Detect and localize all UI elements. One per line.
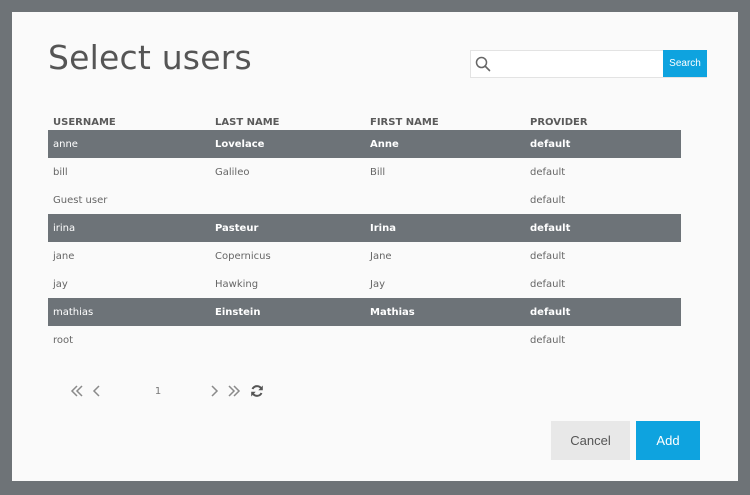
cell-first-name: Jay (370, 278, 385, 290)
search-box: Search (470, 50, 707, 78)
table-row[interactable]: bill Galileo Bill default (48, 158, 681, 186)
cell-first-name (365, 326, 525, 354)
table-row[interactable]: jay Hawking Jay default (48, 270, 681, 298)
pagination: 1 (69, 381, 289, 401)
cell-username: Guest user (53, 194, 108, 206)
cell-username: jane (53, 250, 75, 262)
table-row[interactable]: Guest user default (48, 186, 681, 214)
last-page-icon[interactable] (226, 383, 242, 399)
page-number[interactable]: 1 (138, 381, 178, 401)
refresh-icon[interactable] (249, 383, 265, 399)
table-row[interactable]: irina Pasteur Irina default (48, 214, 681, 242)
cell-first-name: Bill (370, 166, 386, 178)
cell-last-name (210, 186, 365, 214)
table-row[interactable]: anne Lovelace Anne default (48, 130, 681, 158)
cell-provider: default (530, 278, 566, 290)
previous-page-icon[interactable] (89, 383, 105, 399)
search-button[interactable]: Search (663, 50, 707, 77)
cell-username: irina (48, 214, 210, 242)
cell-first-name: Jane (370, 250, 392, 262)
cell-last-name: Galileo (215, 166, 250, 178)
cell-last-name: Pasteur (210, 214, 365, 242)
table-row[interactable]: jane Copernicus Jane default (48, 242, 681, 270)
cell-last-name: Hawking (215, 278, 259, 290)
cell-provider: default (530, 166, 566, 178)
cell-last-name: Copernicus (215, 250, 271, 262)
cell-first-name: Mathias (365, 298, 525, 326)
cell-provider: default (530, 194, 566, 206)
table-row[interactable]: mathias Einstein Mathias default (48, 298, 681, 326)
add-button[interactable]: Add (636, 421, 700, 460)
cell-username: mathias (48, 298, 210, 326)
table-header-row: USERNAME LAST NAME FIRST NAME PROVIDER (48, 114, 681, 130)
cancel-button[interactable]: Cancel (551, 421, 630, 460)
cell-username: root (53, 334, 74, 346)
column-header-first-name[interactable]: FIRST NAME (365, 114, 525, 130)
cell-provider: default (525, 214, 681, 242)
column-header-username[interactable]: USERNAME (48, 114, 210, 130)
cell-provider: default (525, 298, 681, 326)
cell-username: bill (53, 166, 68, 178)
dialog-title: Select users (48, 38, 252, 77)
table-row[interactable]: root default (48, 326, 681, 354)
cell-first-name (365, 186, 525, 214)
cell-username: jay (53, 278, 68, 290)
cell-username: anne (48, 130, 210, 158)
cell-first-name: Irina (365, 214, 525, 242)
cell-last-name: Lovelace (210, 130, 365, 158)
first-page-icon[interactable] (69, 383, 85, 399)
cell-last-name (210, 326, 365, 354)
users-table: USERNAME LAST NAME FIRST NAME PROVIDER a… (48, 114, 681, 354)
select-users-dialog: Select users Search USERNAME LAST NAME F… (12, 12, 738, 481)
cell-provider: default (530, 334, 566, 346)
next-page-icon[interactable] (206, 383, 222, 399)
cell-provider: default (530, 250, 566, 262)
search-input[interactable] (495, 51, 663, 77)
cell-first-name: Anne (365, 130, 525, 158)
column-header-provider[interactable]: PROVIDER (525, 114, 681, 130)
cell-last-name: Einstein (210, 298, 365, 326)
cell-provider: default (525, 130, 681, 158)
column-header-last-name[interactable]: LAST NAME (210, 114, 365, 130)
search-icon (474, 55, 492, 73)
